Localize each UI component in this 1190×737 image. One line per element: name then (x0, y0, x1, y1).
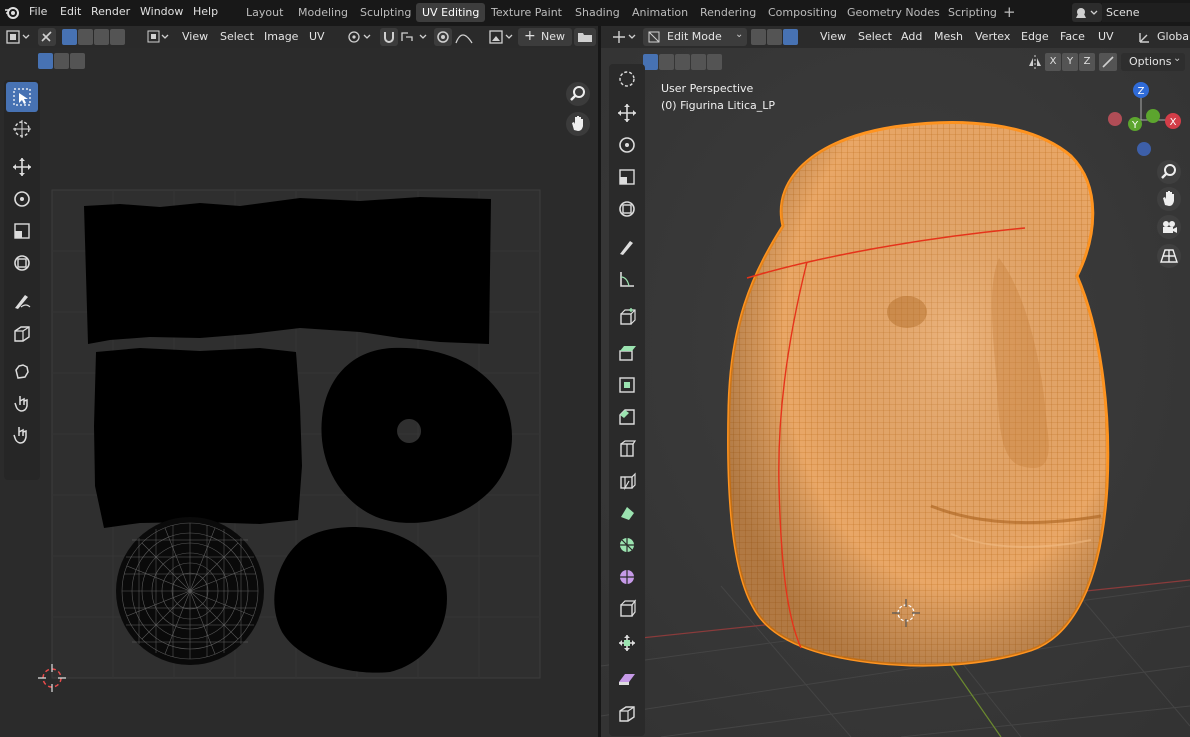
scene-name: Scene (1106, 6, 1140, 19)
rotate-tool-icon[interactable] (611, 130, 643, 160)
viewport-editor-type-icon[interactable] (611, 29, 639, 45)
viewport-menu-mesh[interactable]: Mesh (934, 30, 963, 43)
orientation-icon[interactable] (1137, 29, 1153, 45)
tab-uv-editing[interactable]: UV Editing (416, 3, 486, 22)
mirror-z-toggle[interactable]: Z (1079, 53, 1095, 71)
scene-selector[interactable] (1072, 3, 1102, 22)
tab-compositing[interactable]: Compositing (762, 3, 843, 22)
knife-tool-icon[interactable] (611, 466, 643, 496)
mirror-y-toggle[interactable]: Y (1062, 53, 1078, 71)
annotate-tool-icon[interactable] (611, 232, 643, 262)
viewport-menu-uv[interactable]: UV (1098, 30, 1114, 43)
viewport-menu-select[interactable]: Select (858, 30, 892, 43)
camera-icon[interactable] (1157, 215, 1181, 239)
orientation-selector[interactable]: Global (1157, 30, 1190, 43)
smooth-tool-icon[interactable] (611, 562, 643, 592)
uv-pan-hand-icon[interactable] (566, 112, 590, 136)
vertex-mode-icon[interactable] (751, 29, 766, 45)
auto-merge-icon[interactable] (1099, 53, 1117, 71)
tab-layout[interactable]: Layout (240, 3, 289, 22)
uv-zoom-icon[interactable] (566, 82, 590, 106)
pan-hand-icon[interactable] (1157, 187, 1181, 211)
extrude-region-tool-icon[interactable] (611, 338, 643, 368)
move-tool-icon[interactable] (611, 98, 643, 128)
scale-tool-icon[interactable] (611, 162, 643, 192)
mirror-x-toggle[interactable]: X (1045, 53, 1061, 71)
select-intersect-icon[interactable] (707, 54, 722, 70)
menu-edit[interactable]: Edit (60, 5, 81, 18)
select-invert-icon[interactable] (691, 54, 706, 70)
chevron-down-icon: ⌄ (735, 29, 744, 40)
rip-region-tool-icon[interactable] (611, 698, 643, 728)
active-object-label: (0) Figurina Litica_LP (661, 99, 776, 112)
tab-modeling[interactable]: Modeling (292, 3, 354, 22)
shrink-fatten-tool-icon[interactable] (611, 628, 643, 658)
mode-label: Edit Mode (667, 30, 722, 43)
tab-scripting[interactable]: Scripting (942, 3, 1003, 22)
top-bar: File Edit Render Window Help Layout Mode… (0, 0, 1190, 26)
menu-render[interactable]: Render (91, 5, 130, 18)
gizmo-x-label: X (1170, 117, 1177, 128)
options-dropdown[interactable]: Options ⌄ (1121, 53, 1185, 71)
viewport-select-box-group[interactable] (643, 54, 722, 70)
inset-faces-tool-icon[interactable] (611, 370, 643, 400)
mode-selector[interactable]: Edit Mode ⌄ (643, 28, 747, 46)
viewport-menu-face[interactable]: Face (1060, 30, 1085, 43)
menu-file[interactable]: File (29, 5, 47, 18)
gizmo-z-label: Z (1138, 86, 1145, 97)
mirror-icon[interactable] (1027, 54, 1043, 70)
chevron-down-icon: ⌄ (1173, 53, 1182, 64)
tab-shading[interactable]: Shading (569, 3, 626, 22)
spin-tool-icon[interactable] (611, 530, 643, 560)
zoom-icon[interactable] (1157, 160, 1181, 184)
edge-mode-icon[interactable] (767, 29, 782, 45)
edge-slide-tool-icon[interactable] (611, 594, 643, 624)
tab-animation[interactable]: Animation (626, 3, 694, 22)
menu-help[interactable]: Help (193, 5, 218, 18)
scene-name-field[interactable]: Scene (1102, 3, 1190, 22)
tab-geometry-nodes[interactable]: Geometry Nodes (841, 3, 946, 22)
perspective-grid-icon[interactable] (1157, 244, 1181, 268)
viewport-menu-edge[interactable]: Edge (1021, 30, 1049, 43)
tab-rendering[interactable]: Rendering (694, 3, 762, 22)
viewport-menu-vertex[interactable]: Vertex (975, 30, 1010, 43)
uv-island-side[interactable] (94, 348, 302, 528)
viewport-menu-add[interactable]: Add (901, 30, 922, 43)
tab-sculpting[interactable]: Sculpting (354, 3, 417, 22)
gizmo-y-label: Y (1131, 120, 1139, 131)
gizmo-y-axis[interactable] (1146, 109, 1160, 123)
gizmo-z-neg-axis[interactable] (1137, 142, 1151, 156)
transform-tool-icon[interactable] (611, 194, 643, 224)
viewport-menu-view[interactable]: View (820, 30, 846, 43)
options-label: Options (1129, 55, 1172, 68)
loop-cut-tool-icon[interactable] (611, 434, 643, 464)
uv-editor[interactable]: View Select Image UV + New (0, 26, 598, 737)
uv-island-mesh-disc[interactable] (116, 517, 264, 665)
face-mode-icon[interactable] (783, 29, 798, 45)
select-new-icon[interactable] (643, 54, 658, 70)
uv-island-band[interactable] (84, 197, 491, 344)
uv-canvas[interactable] (0, 26, 598, 737)
add-workspace-icon[interactable]: + (1003, 4, 1016, 20)
tab-texture-paint[interactable]: Texture Paint (485, 3, 568, 22)
mesh-select-mode-group[interactable] (751, 29, 798, 45)
3d-viewport-header: Edit Mode ⌄ View Select Add Mesh Vertex … (601, 26, 1190, 48)
mesh-object[interactable] (727, 121, 1110, 667)
shear-tool-icon[interactable] (611, 664, 643, 694)
view-perspective-label: User Perspective (661, 82, 754, 95)
menu-window[interactable]: Window (140, 5, 183, 18)
add-cube-tool-icon[interactable] (611, 302, 643, 332)
cursor-tool-icon[interactable] (611, 64, 643, 94)
navigation-gizmo[interactable]: Z Y X (1101, 76, 1187, 160)
poly-build-tool-icon[interactable] (611, 498, 643, 528)
select-subtract-icon[interactable] (675, 54, 690, 70)
3d-viewport[interactable]: Edit Mode ⌄ View Select Add Mesh Vertex … (601, 26, 1190, 737)
bevel-tool-icon[interactable] (611, 402, 643, 432)
viewport-toolbar (609, 64, 645, 736)
select-extend-icon[interactable] (659, 54, 674, 70)
measure-tool-icon[interactable] (611, 264, 643, 294)
gizmo-x-neg-axis[interactable] (1108, 112, 1122, 126)
uv-island-bottom-circle[interactable] (274, 527, 447, 673)
blender-logo-icon[interactable] (4, 4, 20, 20)
